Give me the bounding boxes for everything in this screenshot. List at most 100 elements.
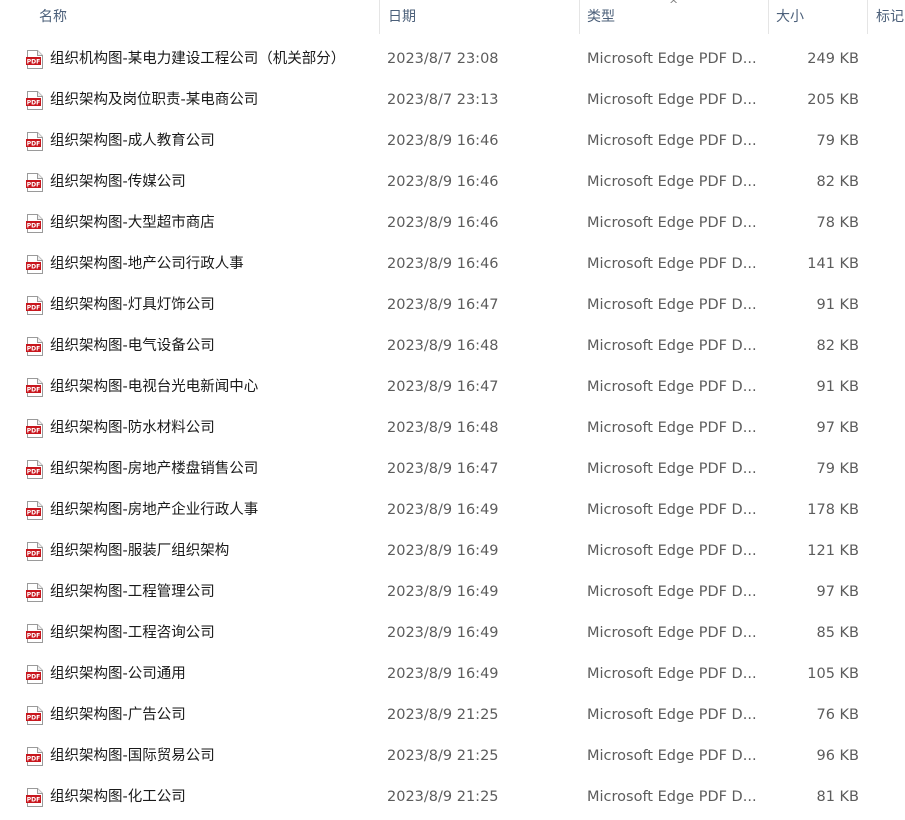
pdf-file-icon: PDF — [26, 460, 43, 479]
pdf-file-icon: PDF — [26, 542, 43, 561]
column-header-date[interactable]: 日期 — [388, 0, 416, 36]
file-row[interactable]: PDF 组织架构图-地产公司行政人事 2023/8/9 16:46 Microsoft… — [0, 244, 905, 285]
file-row[interactable]: PDF 组织架构图-公司通用 2023/8/9 16:49 Microsoft Edg… — [0, 654, 905, 695]
file-type: Microsoft Edge PDF D... — [587, 461, 757, 477]
file-name[interactable]: 组织机构图-某电力建设工程公司（机关部分） — [50, 39, 375, 80]
file-row[interactable]: PDF 组织机构图-某电力建设工程公司（机关部分） 2023/8/7 23:08 Mi… — [0, 39, 905, 80]
file-size: 249 KB — [807, 51, 859, 67]
column-header-bar: 名称 日期 类型 ^ 大小 标记 — [0, 0, 905, 36]
file-size: 79 KB — [816, 461, 859, 477]
svg-text:PDF: PDF — [27, 427, 40, 434]
file-name[interactable]: 组织架构图-国际贸易公司 — [50, 736, 375, 777]
file-row[interactable]: PDF 组织架构图-工程管理公司 2023/8/9 16:49 Microsoft E… — [0, 572, 905, 613]
column-header-tags[interactable]: 标记 — [876, 0, 904, 36]
file-size: 97 KB — [816, 584, 859, 600]
file-date: 2023/8/9 16:49 — [387, 584, 499, 600]
column-divider[interactable] — [867, 0, 868, 34]
file-row[interactable]: PDF 组织架构图-化工公司 2023/8/9 21:25 Microsoft Edg… — [0, 777, 905, 818]
file-name[interactable]: 组织架构图-广告公司 — [50, 695, 375, 736]
file-name[interactable]: 组织架构图-服装厂组织架构 — [50, 531, 375, 572]
file-row[interactable]: PDF 组织架构图-成人教育公司 2023/8/9 16:46 Microsoft E… — [0, 121, 905, 162]
pdf-file-icon: PDF — [26, 296, 43, 315]
file-type: Microsoft Edge PDF D... — [587, 625, 757, 641]
file-size: 105 KB — [807, 666, 859, 682]
file-name[interactable]: 组织架构图-公司通用 — [50, 654, 375, 695]
file-name[interactable]: 组织架构图-工程管理公司 — [50, 572, 375, 613]
pdf-file-icon: PDF — [26, 788, 43, 807]
file-row[interactable]: PDF 组织架构图-防水材料公司 2023/8/9 16:48 Microsoft E… — [0, 408, 905, 449]
svg-text:PDF: PDF — [27, 140, 40, 147]
file-row[interactable]: PDF 组织架构及岗位职责-某电商公司 2023/8/7 23:13 Microsof… — [0, 80, 905, 121]
file-row[interactable]: PDF 组织架构图-电视台光电新闻中心 2023/8/9 16:47 Microsof… — [0, 367, 905, 408]
file-type: Microsoft Edge PDF D... — [587, 133, 757, 149]
file-name[interactable]: 组织架构图-电气设备公司 — [50, 326, 375, 367]
file-type: Microsoft Edge PDF D... — [587, 215, 757, 231]
file-row[interactable]: PDF 组织架构图-电气设备公司 2023/8/9 16:48 Microsoft E… — [0, 326, 905, 367]
file-row[interactable]: PDF 组织架构图-传媒公司 2023/8/9 16:46 Microsoft Edg… — [0, 162, 905, 203]
file-size: 97 KB — [816, 420, 859, 436]
file-name[interactable]: 组织架构及岗位职责-某电商公司 — [50, 80, 375, 121]
file-size: 81 KB — [816, 789, 859, 805]
column-header-size[interactable]: 大小 — [776, 0, 804, 36]
file-name[interactable]: 组织架构图-化工公司 — [50, 777, 375, 818]
file-size: 96 KB — [816, 748, 859, 764]
file-type: Microsoft Edge PDF D... — [587, 92, 757, 108]
pdf-file-icon: PDF — [26, 255, 43, 274]
file-date: 2023/8/9 16:49 — [387, 666, 499, 682]
file-name[interactable]: 组织架构图-房地产楼盘销售公司 — [50, 449, 375, 490]
file-row[interactable]: PDF 组织架构图-大型超市商店 2023/8/9 16:46 Microsoft E… — [0, 203, 905, 244]
svg-text:PDF: PDF — [27, 99, 40, 106]
svg-text:PDF: PDF — [27, 263, 40, 270]
file-date: 2023/8/9 16:49 — [387, 543, 499, 559]
file-name[interactable]: 组织架构图-大型超市商店 — [50, 203, 375, 244]
pdf-file-icon: PDF — [26, 173, 43, 192]
file-size: 76 KB — [816, 707, 859, 723]
file-type: Microsoft Edge PDF D... — [587, 379, 757, 395]
file-name[interactable]: 组织架构图-防水材料公司 — [50, 408, 375, 449]
file-row[interactable]: PDF 组织架构图-广告公司 2023/8/9 21:25 Microsoft Edg… — [0, 695, 905, 736]
file-name[interactable]: 组织架构图-传媒公司 — [50, 162, 375, 203]
file-type: Microsoft Edge PDF D... — [587, 707, 757, 723]
column-divider[interactable] — [768, 0, 769, 34]
file-size: 121 KB — [807, 543, 859, 559]
file-date: 2023/8/9 16:46 — [387, 256, 499, 272]
file-name[interactable]: 组织架构图-成人教育公司 — [50, 121, 375, 162]
file-row[interactable]: PDF 组织架构图-服装厂组织架构 2023/8/9 16:49 Microsoft … — [0, 531, 905, 572]
file-row[interactable]: PDF 组织架构图-工程咨询公司 2023/8/9 16:49 Microsoft E… — [0, 613, 905, 654]
file-date: 2023/8/9 16:49 — [387, 502, 499, 518]
column-divider[interactable] — [579, 0, 580, 34]
svg-text:PDF: PDF — [27, 468, 40, 475]
file-date: 2023/8/9 16:46 — [387, 215, 499, 231]
file-date: 2023/8/9 16:46 — [387, 133, 499, 149]
column-header-name[interactable]: 名称 — [39, 0, 67, 36]
column-header-type[interactable]: 类型 — [587, 0, 615, 36]
svg-text:PDF: PDF — [27, 345, 40, 352]
file-type: Microsoft Edge PDF D... — [587, 297, 757, 313]
pdf-file-icon: PDF — [26, 378, 43, 397]
file-name[interactable]: 组织架构图-房地产企业行政人事 — [50, 490, 375, 531]
file-date: 2023/8/9 16:48 — [387, 338, 499, 354]
file-row[interactable]: PDF 组织架构图-房地产楼盘销售公司 2023/8/9 16:47 Microsof… — [0, 449, 905, 490]
file-name[interactable]: 组织架构图-地产公司行政人事 — [50, 244, 375, 285]
pdf-file-icon: PDF — [26, 501, 43, 520]
file-name[interactable]: 组织架构图-工程咨询公司 — [50, 613, 375, 654]
file-date: 2023/8/9 16:47 — [387, 297, 499, 313]
file-date: 2023/8/9 21:25 — [387, 789, 499, 805]
file-name[interactable]: 组织架构图-电视台光电新闻中心 — [50, 367, 375, 408]
file-name[interactable]: 组织架构图-灯具灯饰公司 — [50, 285, 375, 326]
svg-text:PDF: PDF — [27, 550, 40, 557]
pdf-file-icon: PDF — [26, 665, 43, 684]
file-size: 141 KB — [807, 256, 859, 272]
file-row[interactable]: PDF 组织架构图-灯具灯饰公司 2023/8/9 16:47 Microsoft E… — [0, 285, 905, 326]
file-row[interactable]: PDF 组织架构图-房地产企业行政人事 2023/8/9 16:49 Microsof… — [0, 490, 905, 531]
svg-text:PDF: PDF — [27, 58, 40, 65]
pdf-file-icon: PDF — [26, 337, 43, 356]
file-date: 2023/8/9 16:49 — [387, 625, 499, 641]
file-size: 205 KB — [807, 92, 859, 108]
pdf-file-icon: PDF — [26, 214, 43, 233]
file-date: 2023/8/9 16:48 — [387, 420, 499, 436]
column-divider[interactable] — [379, 0, 380, 34]
file-type: Microsoft Edge PDF D... — [587, 543, 757, 559]
file-size: 78 KB — [816, 215, 859, 231]
file-row[interactable]: PDF 组织架构图-国际贸易公司 2023/8/9 21:25 Microsoft E… — [0, 736, 905, 777]
